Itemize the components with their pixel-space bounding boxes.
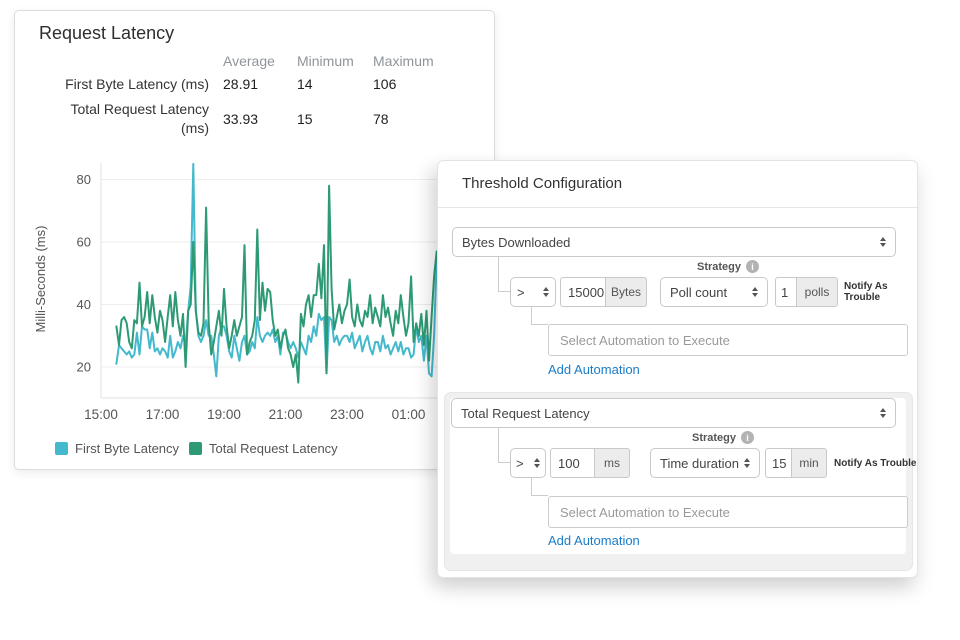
attribute-select-total-request-latency[interactable]: Total Request Latency — [451, 398, 896, 428]
threshold-value: 100 — [558, 456, 580, 471]
page-title: Request Latency — [39, 23, 174, 44]
threshold-value-input[interactable]: 15000 — [560, 277, 606, 307]
col-header-minimum: Minimum — [297, 53, 373, 69]
x-tick-label: 19:00 — [207, 407, 241, 422]
legend-label-total-request: Total Request Latency — [209, 441, 338, 456]
add-automation-link[interactable]: Add Automation — [548, 533, 640, 548]
legend-label-first-byte: First Byte Latency — [75, 441, 179, 456]
x-tick-label: 23:00 — [330, 407, 364, 422]
automation-placeholder: Select Automation to Execute — [560, 505, 730, 520]
strategy-text: Strategy — [692, 432, 736, 444]
panel-title: Threshold Configuration — [462, 175, 622, 192]
strategy-count-input[interactable]: 1 — [775, 277, 797, 307]
first-byte-minimum: 14 — [297, 76, 373, 92]
strategy-value: Time duration — [660, 456, 739, 471]
strategy-text: Strategy — [697, 261, 741, 273]
stepper-icon — [880, 237, 886, 248]
add-automation-link[interactable]: Add Automation — [548, 362, 640, 377]
info-icon[interactable]: i — [746, 260, 759, 273]
threshold-value: 15000 — [568, 285, 604, 300]
tree-connector — [531, 307, 548, 325]
title-divider — [438, 207, 917, 208]
latency-stats-table: Average Minimum Maximum First Byte Laten… — [39, 53, 479, 138]
first-byte-maximum: 106 — [373, 76, 453, 92]
automation-select[interactable]: Select Automation to Execute — [548, 324, 908, 356]
stepper-icon — [752, 287, 758, 298]
operator-value: > — [516, 456, 524, 471]
col-header-average: Average — [223, 53, 297, 69]
stepper-icon — [744, 458, 750, 469]
notify-as-trouble-label: Notify As Trouble — [834, 448, 916, 478]
chart-legend: First Byte Latency Total Request Latency — [55, 441, 348, 456]
attribute-select-value: Bytes Downloaded — [462, 235, 570, 250]
y-tick-label: 60 — [77, 235, 91, 250]
total-request-average: 33.93 — [223, 111, 297, 127]
attribute-select-bytes-downloaded[interactable]: Bytes Downloaded — [452, 227, 896, 257]
attribute-select-value: Total Request Latency — [461, 406, 590, 421]
total-request-maximum: 78 — [373, 111, 453, 127]
stepper-icon — [880, 408, 886, 419]
row-label-first-byte: First Byte Latency (ms) — [39, 75, 223, 94]
x-tick-label: 21:00 — [269, 407, 303, 422]
operator-value: > — [517, 285, 525, 300]
automation-select[interactable]: Select Automation to Execute — [548, 496, 908, 528]
total-request-latency-swatch — [189, 442, 202, 455]
strategy-value: Poll count — [670, 285, 727, 300]
request-latency-card: Request Latency Average Minimum Maximum … — [14, 10, 495, 470]
strategy-label: Strategy i — [663, 431, 783, 444]
strategy-label: Strategy i — [668, 260, 788, 273]
row-label-total-request: Total Request Latency (ms) — [39, 100, 223, 138]
stepper-icon — [543, 287, 549, 298]
tree-connector — [531, 478, 548, 496]
unit-label: ms — [604, 456, 620, 470]
total-request-latency-line — [116, 186, 436, 383]
strategy-unit-label: polls — [805, 285, 830, 299]
y-tick-label: 80 — [77, 172, 91, 187]
latency-chart: 20 40 60 80 15:00 17:00 19:00 21:00 23:00 01:00 Mi… — [15, 151, 496, 463]
threshold-value-input[interactable]: 100 — [550, 448, 595, 478]
x-tick-label: 17:00 — [146, 407, 180, 422]
total-request-minimum: 15 — [297, 111, 373, 127]
x-tick-label: 15:00 — [84, 407, 118, 422]
notify-as-trouble-label: Notify As Trouble — [844, 277, 917, 307]
y-axis-title: Milli-Seconds (ms) — [33, 226, 48, 333]
unit-label: Bytes — [611, 285, 641, 299]
unit-addon: Bytes — [605, 277, 647, 307]
strategy-unit-label: min — [799, 456, 818, 470]
first-byte-latency-swatch — [55, 442, 68, 455]
strategy-count: 15 — [772, 456, 786, 471]
strategy-count-input[interactable]: 15 — [765, 448, 792, 478]
col-header-maximum: Maximum — [373, 53, 453, 69]
strategy-unit-addon: polls — [796, 277, 838, 307]
strategy-select[interactable]: Poll count — [660, 277, 768, 307]
first-byte-latency-line — [116, 164, 436, 377]
stepper-icon — [534, 458, 540, 469]
strategy-unit-addon: min — [791, 448, 827, 478]
x-tick-label: 01:00 — [392, 407, 426, 422]
y-tick-label: 20 — [77, 360, 91, 375]
unit-addon: ms — [594, 448, 630, 478]
first-byte-average: 28.91 — [223, 76, 297, 92]
automation-placeholder: Select Automation to Execute — [560, 333, 730, 348]
threshold-configuration-panel: Threshold Configuration Bytes Downloaded… — [437, 160, 918, 578]
strategy-select[interactable]: Time duration — [650, 448, 760, 478]
y-tick-label: 40 — [77, 297, 91, 312]
operator-select[interactable]: > — [510, 448, 546, 478]
strategy-count: 1 — [781, 285, 788, 300]
operator-select[interactable]: > — [510, 277, 556, 307]
info-icon[interactable]: i — [741, 431, 754, 444]
